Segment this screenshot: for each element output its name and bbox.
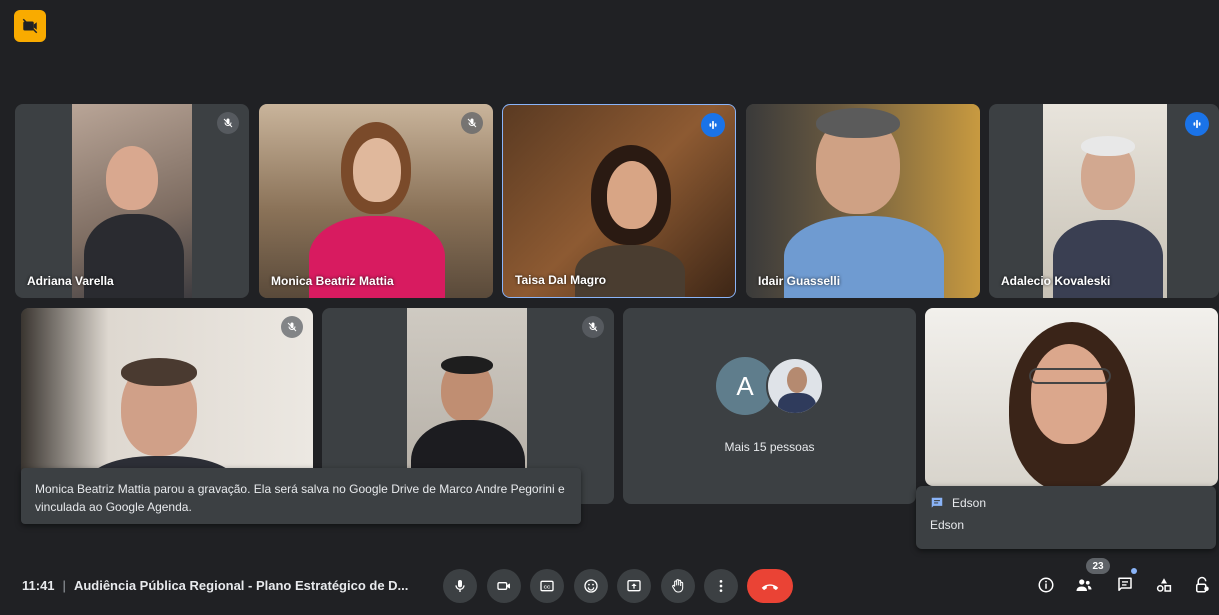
participant-video [503,105,735,297]
recording-icon[interactable] [14,10,46,42]
participant-name: Monica Beatriz Mattia [271,274,394,288]
participant-video [72,104,192,298]
svg-text:CC: CC [544,584,551,589]
captions-button[interactable]: CC [530,569,564,603]
bottom-control-bar: 11:41 | Audiência Pública Regional - Plano… [0,558,1219,615]
people-button[interactable] [1071,572,1097,598]
chat-icon [1116,576,1134,594]
chat-sender: Edson [952,496,987,510]
toast-message: Monica Beatriz Mattia parou a gravação. … [35,482,565,514]
participant-tile[interactable]: Adriana Varella [15,104,249,298]
separator: | [62,578,66,593]
participant-video [746,104,980,298]
mic-button[interactable] [443,569,477,603]
participant-name: Taisa Dal Magro [515,273,607,287]
participant-tile[interactable] [925,308,1218,486]
camera-icon [496,578,512,594]
participant-video [259,104,493,298]
more-options-button[interactable] [704,569,738,603]
participant-video [925,308,1218,486]
chat-icon [930,496,944,510]
chat-notification[interactable]: Edson Edson [916,486,1216,549]
clock: 11:41 [22,578,55,593]
meeting-details: 11:41 | Audiência Pública Regional - Plano… [22,578,408,593]
chat-message: Edson [930,518,965,532]
participant-tile[interactable]: Adalecio Kovaleski [989,104,1219,298]
emoji-button[interactable] [574,569,608,603]
mic-off-icon [217,112,239,134]
chat-button[interactable] [1112,572,1138,598]
meeting-title: Audiência Pública Regional - Plano Estra… [73,578,409,593]
leave-call-button[interactable] [747,569,793,603]
participant-video [1043,104,1167,298]
meeting-details-button[interactable] [1033,572,1059,598]
present-button[interactable] [617,569,651,603]
participant-name: Adriana Varella [27,274,114,288]
others-tile[interactable]: A Mais 15 pessoas [623,308,916,504]
mic-off-icon [281,316,303,338]
participant-tile[interactable]: Taisa Dal Magro [502,104,736,298]
end-call-icon [759,575,781,597]
mic-off-icon [461,112,483,134]
present-icon [626,578,642,594]
speaking-indicator-icon [1185,112,1209,136]
host-controls-button[interactable] [1189,572,1215,598]
speaking-indicator-icon [701,113,725,137]
mic-icon [452,578,468,594]
participant-tile[interactable]: Monica Beatriz Mattia [259,104,493,298]
participant-name: Idair Guasselli [758,274,841,288]
activities-button[interactable] [1151,572,1177,598]
others-count-label: Mais 15 pessoas [724,440,815,454]
avatar [766,357,824,415]
camera-button[interactable] [487,569,521,603]
raise-hand-button[interactable] [661,569,695,603]
participant-tile[interactable]: Idair Guasselli [746,104,980,298]
recording-stopped-toast: Monica Beatriz Mattia parou a gravação. … [21,468,581,524]
host-controls-icon [1193,576,1211,594]
captions-icon: CC [539,578,555,594]
info-icon [1037,576,1055,594]
activities-icon [1155,576,1173,594]
participant-name: Adalecio Kovaleski [1001,274,1111,288]
people-icon [1075,576,1093,594]
more-icon [713,578,729,594]
mic-off-icon [582,316,604,338]
raise-hand-icon [670,578,686,594]
emoji-icon [583,578,599,594]
